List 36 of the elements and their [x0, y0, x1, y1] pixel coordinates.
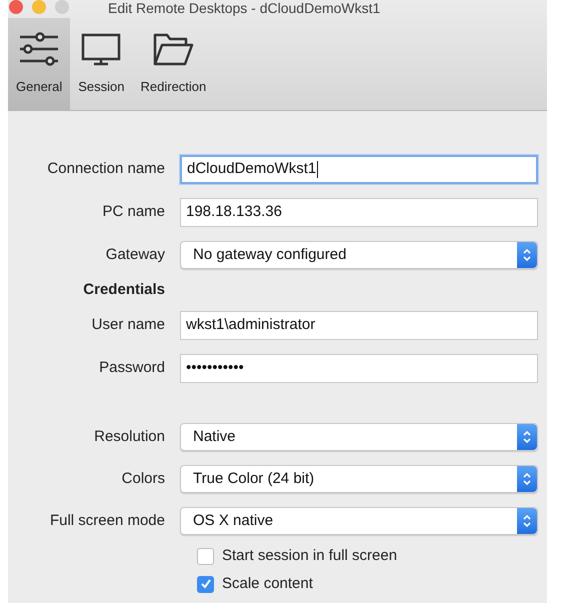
- close-button[interactable]: [9, 0, 23, 14]
- text-field[interactable]: dCloudDemoWkst1: [180, 155, 538, 184]
- dropdown[interactable]: No gateway configured: [180, 241, 538, 269]
- checkbox[interactable]: [197, 548, 214, 564]
- dropdown[interactable]: Native: [180, 423, 538, 451]
- field-label: Gateway: [104, 244, 166, 265]
- stepper-icon: [517, 508, 537, 534]
- toolbar-tab[interactable]: Redirection: [132, 18, 214, 110]
- field-label: Connection name: [46, 159, 166, 180]
- zoom-button[interactable]: [55, 0, 69, 14]
- window-title: Edit Remote Desktops - dCloudDemoWkst1: [108, 0, 380, 17]
- section-heading: Credentials: [82, 280, 166, 300]
- toolbar-tab[interactable]: General: [8, 18, 70, 110]
- field-label: Colors: [120, 468, 166, 489]
- stepper-icon: [517, 424, 537, 450]
- field-label: Password: [98, 358, 166, 378]
- checked-checkbox[interactable]: [197, 576, 214, 592]
- dropdown[interactable]: True Color (24 bit): [180, 465, 538, 493]
- monitor-icon: [80, 31, 122, 68]
- text-field[interactable]: 198.18.133.36: [180, 198, 538, 227]
- folder-icon: [152, 31, 194, 68]
- field-label: User name: [90, 315, 166, 336]
- field-label: Resolution: [93, 426, 166, 447]
- text-field[interactable]: •••••••••••: [180, 354, 538, 383]
- minimize-button[interactable]: [32, 0, 46, 14]
- checkbox-option[interactable]: Start session in full screen: [197, 544, 398, 568]
- toolbar-tab[interactable]: Session: [70, 18, 132, 110]
- field-label: Full screen mode: [48, 510, 166, 531]
- stepper-icon: [517, 466, 537, 492]
- stepper-icon: [517, 242, 537, 268]
- checkbox-option[interactable]: Scale content: [197, 572, 313, 596]
- dropdown[interactable]: OS X native: [180, 507, 538, 535]
- sliders-icon: [18, 31, 60, 68]
- text-field[interactable]: wkst1\administrator: [180, 311, 538, 340]
- field-label: PC name: [101, 202, 166, 222]
- checkmark-icon: [200, 578, 212, 590]
